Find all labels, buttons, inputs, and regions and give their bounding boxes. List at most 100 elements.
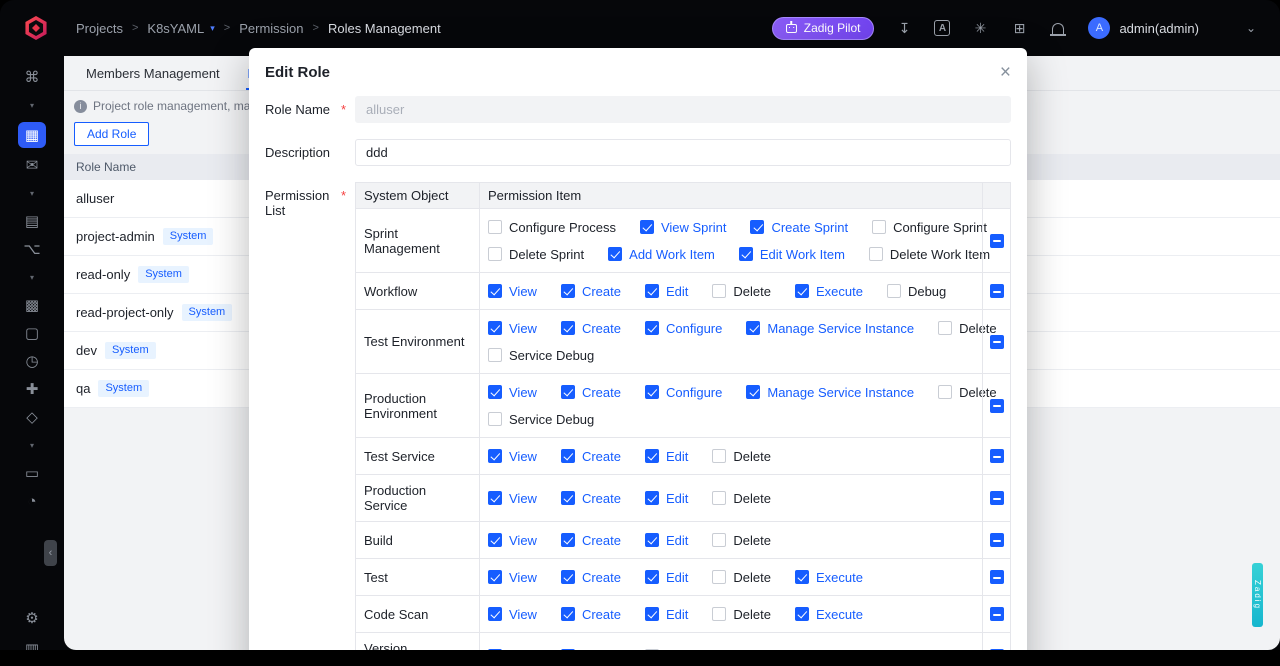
checkbox-icon[interactable] [712, 533, 726, 547]
permission-checkbox-delete[interactable]: Delete [712, 533, 771, 548]
breadcrumb-item-roles-management[interactable]: Roles Management [328, 21, 441, 36]
permission-checkbox-view[interactable]: View [488, 491, 537, 506]
permission-checkbox-view[interactable]: View [488, 649, 537, 664]
checkbox-icon[interactable] [488, 533, 502, 547]
permission-checkbox-create[interactable]: Create [561, 533, 621, 548]
permission-checkbox-configure[interactable]: Configure [645, 385, 722, 400]
permission-checkbox-delete[interactable]: Delete [645, 649, 704, 664]
nav-chevron-icon[interactable]: ▾ [18, 182, 46, 204]
checkbox-icon[interactable] [561, 649, 575, 663]
checkbox-icon[interactable] [739, 247, 753, 261]
checkbox-icon[interactable] [869, 247, 883, 261]
checkbox-icon[interactable] [488, 491, 502, 505]
permission-checkbox-manage-service-instance[interactable]: Manage Service Instance [746, 321, 914, 336]
checkbox-icon[interactable] [938, 321, 952, 335]
plugins-icon[interactable]: ✚ [18, 378, 46, 400]
permission-checkbox-create[interactable]: Create [561, 607, 621, 622]
checkbox-icon[interactable] [640, 220, 654, 234]
permission-checkbox-edit[interactable]: Edit [645, 449, 688, 464]
checkbox-icon[interactable] [488, 412, 502, 426]
permission-checkbox-add-work-item[interactable]: Add Work Item [608, 247, 715, 262]
checkbox-icon[interactable] [887, 284, 901, 298]
permission-checkbox-execute[interactable]: Execute [795, 570, 863, 585]
tests-icon[interactable]: ▤ [18, 210, 46, 232]
permission-checkbox-view[interactable]: View [488, 570, 537, 585]
permission-checkbox-view[interactable]: View [488, 533, 537, 548]
checkbox-icon[interactable] [645, 321, 659, 335]
permission-checkbox-create[interactable]: Create [561, 385, 621, 400]
checkbox-icon[interactable] [488, 284, 502, 298]
permission-checkbox-create[interactable]: Create [561, 449, 621, 464]
role-name-input[interactable] [355, 96, 1011, 123]
feedback-tab[interactable]: Zadig [1252, 563, 1263, 627]
releases-icon[interactable]: ✉ [18, 154, 46, 176]
permission-checkbox-configure-process[interactable]: Configure Process [488, 220, 616, 235]
nav-chevron-icon[interactable]: ▾ [18, 94, 46, 116]
checkbox-icon[interactable] [795, 607, 809, 621]
description-input[interactable] [355, 139, 1011, 166]
monitor-icon[interactable]: ▭ [18, 462, 46, 484]
permission-checkbox-view[interactable]: View [488, 321, 537, 336]
checkbox-icon[interactable] [561, 449, 575, 463]
permission-checkbox-edit[interactable]: Edit [645, 284, 688, 299]
permission-checkbox-view[interactable]: View [488, 284, 537, 299]
permission-checkbox-edit[interactable]: Edit [645, 570, 688, 585]
checkbox-icon[interactable] [795, 284, 809, 298]
indeterminate-checkbox-icon[interactable] [990, 570, 1004, 584]
permission-checkbox-create[interactable]: Create [561, 284, 621, 299]
indeterminate-checkbox-icon[interactable] [990, 533, 1004, 547]
permission-checkbox-execute[interactable]: Execute [795, 607, 863, 622]
add-role-button[interactable]: Add Role [74, 122, 149, 146]
user-menu[interactable]: A admin(admin) [1088, 17, 1198, 39]
checkbox-icon[interactable] [746, 321, 760, 335]
nav-chevron-icon[interactable]: ▾ [18, 266, 46, 288]
indeterminate-checkbox-icon[interactable] [990, 234, 1004, 248]
notifications-icon[interactable] [1049, 19, 1067, 37]
breadcrumb-item-projects[interactable]: Projects [76, 21, 123, 36]
permission-checkbox-delete[interactable]: Delete [712, 284, 771, 299]
indeterminate-checkbox-icon[interactable] [990, 284, 1004, 298]
permission-checkbox-create[interactable]: Create [561, 491, 621, 506]
checkbox-icon[interactable] [561, 570, 575, 584]
breadcrumb-item-k8syaml[interactable]: K8sYAML [147, 21, 204, 36]
sidebar-collapse-handle[interactable]: ‹ [44, 540, 57, 566]
permission-checkbox-delete[interactable]: Delete [712, 449, 771, 464]
projects-icon[interactable]: ▦ [18, 122, 46, 148]
checkbox-icon[interactable] [488, 607, 502, 621]
checkbox-icon[interactable] [488, 385, 502, 399]
language-icon[interactable]: A [934, 20, 950, 36]
permission-checkbox-delete-sprint[interactable]: Delete Sprint [488, 247, 584, 262]
checkbox-icon[interactable] [872, 220, 886, 234]
environments-icon[interactable]: ▩ [18, 294, 46, 316]
permission-checkbox-view-sprint[interactable]: View Sprint [640, 220, 727, 235]
delivery-icon[interactable]: ▢ [18, 322, 46, 344]
permission-checkbox-view[interactable]: View [488, 449, 537, 464]
checkbox-icon[interactable] [561, 385, 575, 399]
chevron-down-icon[interactable]: ▾ [210, 23, 215, 34]
checkbox-icon[interactable] [645, 385, 659, 399]
permission-checkbox-edit[interactable]: Edit [645, 491, 688, 506]
checkbox-icon[interactable] [488, 449, 502, 463]
permission-checkbox-create[interactable]: Create [561, 570, 621, 585]
checkbox-icon[interactable] [561, 607, 575, 621]
packages-icon[interactable]: ◇ [18, 406, 46, 428]
indeterminate-checkbox-icon[interactable] [990, 491, 1004, 505]
indeterminate-checkbox-icon[interactable] [990, 449, 1004, 463]
indeterminate-checkbox-icon[interactable] [990, 335, 1004, 349]
permission-checkbox-service-debug[interactable]: Service Debug [488, 348, 594, 363]
permission-checkbox-delete[interactable]: Delete [712, 491, 771, 506]
permission-checkbox-view[interactable]: View [488, 607, 537, 622]
checkbox-icon[interactable] [561, 533, 575, 547]
checkbox-icon[interactable] [938, 385, 952, 399]
checkbox-icon[interactable] [488, 247, 502, 261]
checkbox-icon[interactable] [608, 247, 622, 261]
permission-checkbox-delete[interactable]: Delete [712, 570, 771, 585]
indeterminate-checkbox-icon[interactable] [990, 649, 1004, 663]
permission-checkbox-execute[interactable]: Execute [795, 284, 863, 299]
permission-checkbox-delete[interactable]: Delete [712, 607, 771, 622]
checkbox-icon[interactable] [561, 284, 575, 298]
checkbox-icon[interactable] [488, 321, 502, 335]
checkbox-icon[interactable] [712, 449, 726, 463]
checkbox-icon[interactable] [645, 491, 659, 505]
insights-icon[interactable]: ◔ [18, 490, 46, 512]
